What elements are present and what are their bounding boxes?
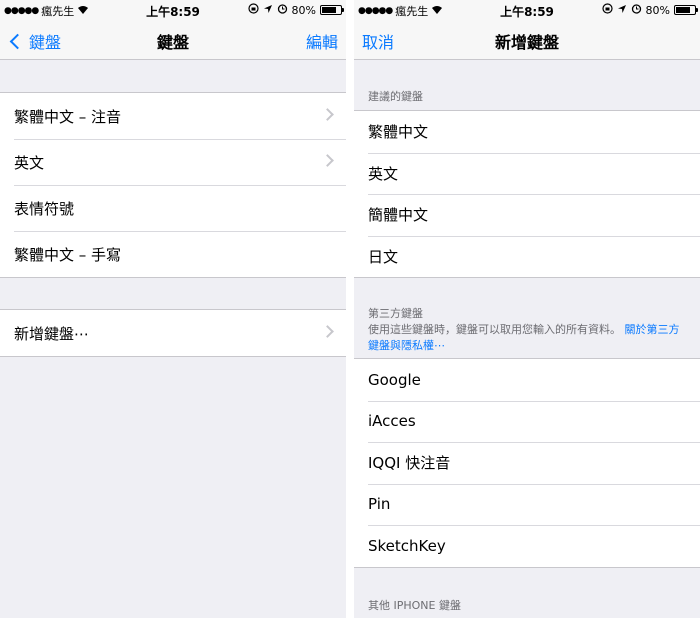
third-party-keyboard-iqqi[interactable]: IQQI 快注音 — [354, 442, 700, 484]
nav-bar: 取消 新增鍵盤 — [354, 20, 700, 60]
keyboard-item-zhuyin[interactable]: 繁體中文 – 注音 — [0, 93, 346, 139]
keyboard-item-label: Google — [368, 370, 421, 389]
alarm-icon — [631, 3, 642, 17]
battery-icon — [320, 5, 344, 15]
third-party-header: 第三方鍵盤 使用這些鍵盤時，鍵盤可以取用您輸入的所有資料。 關於第三方鍵盤與隱私… — [368, 306, 690, 354]
keyboard-item-label: 表情符號 — [14, 199, 75, 218]
nav-bar: 鍵盤 鍵盤 編輯 — [0, 20, 346, 60]
suggested-keyboard-traditional[interactable]: 繁體中文 — [354, 111, 700, 153]
keyboard-item-label: SketchKey — [368, 536, 446, 555]
keyboard-list: 繁體中文 – 注音 英文 表情符號 繁體中文 – 手寫 — [0, 92, 346, 278]
suggested-header: 建議的鍵盤 — [368, 90, 423, 103]
alarm-icon — [277, 3, 288, 17]
third-party-keyboard-sketchkey[interactable]: SketchKey — [354, 525, 700, 567]
page-title: 鍵盤 — [156, 33, 189, 52]
other-iphone-keyboards-header: 其他 IPHONE 鍵盤 — [368, 599, 461, 612]
suggested-keyboard-english[interactable]: 英文 — [354, 152, 700, 195]
keyboard-item-label: iAcces — [368, 412, 416, 431]
keyboard-item-label: 繁體中文 – 手寫 — [14, 245, 122, 264]
third-party-keyboard-list: Google iAcces IQQI 快注音 Pin SketchKey — [354, 358, 700, 568]
add-keyboard-button[interactable]: 新增鍵盤⋯ — [0, 310, 346, 356]
page-title: 新增鍵盤 — [494, 33, 559, 52]
third-party-desc: 使用這些鍵盤時，鍵盤可以取用您輸入的所有資料。 關於第三方鍵盤與隱私權⋯ — [368, 323, 680, 352]
chevron-right-icon — [321, 108, 334, 121]
third-party-title: 第三方鍵盤 — [368, 307, 423, 320]
keyboard-item-label: Pin — [368, 495, 391, 514]
keyboard-item-label: 繁體中文 – 注音 — [14, 107, 122, 126]
status-bar: ●●●●● 瘋先生 上午8:59 80% — [354, 0, 700, 20]
keyboards-screen: ●●●●● 瘋先生 上午8:59 80% 鍵盤 鍵盤 編輯 繁體中文 – 注音 … — [0, 0, 346, 618]
chevron-right-icon — [321, 325, 334, 338]
third-party-keyboard-google[interactable]: Google — [354, 359, 700, 401]
keyboard-item-label: 繁體中文 — [368, 123, 429, 142]
edit-button[interactable]: 編輯 — [306, 29, 338, 53]
add-keyboard-group: 新增鍵盤⋯ — [0, 309, 346, 357]
keyboard-item-label: 簡體中文 — [368, 206, 429, 225]
chevron-right-icon — [321, 154, 334, 167]
suggested-keyboard-japanese[interactable]: 日文 — [354, 235, 700, 278]
keyboard-item-english[interactable]: 英文 — [0, 139, 346, 185]
lock-rotation-icon — [247, 3, 259, 17]
third-party-keyboard-iacces[interactable]: iAcces — [354, 400, 700, 443]
third-party-keyboard-pin[interactable]: Pin — [354, 483, 700, 526]
keyboard-item-label: 日文 — [368, 247, 399, 266]
suggested-keyboard-list: 繁體中文 英文 簡體中文 日文 — [354, 110, 700, 278]
location-icon — [617, 4, 627, 17]
lock-rotation-icon — [601, 3, 613, 17]
keyboard-item-handwriting[interactable]: 繁體中文 – 手寫 — [0, 231, 346, 277]
keyboard-item-label: IQQI 快注音 — [368, 454, 451, 473]
battery-percent: 80% — [645, 3, 670, 17]
keyboard-item-label: 英文 — [14, 153, 45, 172]
add-keyboard-label: 新增鍵盤⋯ — [14, 324, 90, 343]
location-icon — [263, 4, 273, 17]
add-keyboard-screen: ●●●●● 瘋先生 上午8:59 80% 取消 新增鍵盤 建議的鍵盤 繁體中文 … — [354, 0, 700, 618]
suggested-keyboard-simplified[interactable]: 簡體中文 — [354, 194, 700, 236]
battery-percent: 80% — [291, 3, 316, 17]
keyboard-item-emoji[interactable]: 表情符號 — [0, 185, 346, 231]
status-bar: ●●●●● 瘋先生 上午8:59 80% — [0, 0, 346, 20]
keyboard-item-label: 英文 — [368, 164, 399, 183]
battery-icon — [674, 5, 698, 15]
